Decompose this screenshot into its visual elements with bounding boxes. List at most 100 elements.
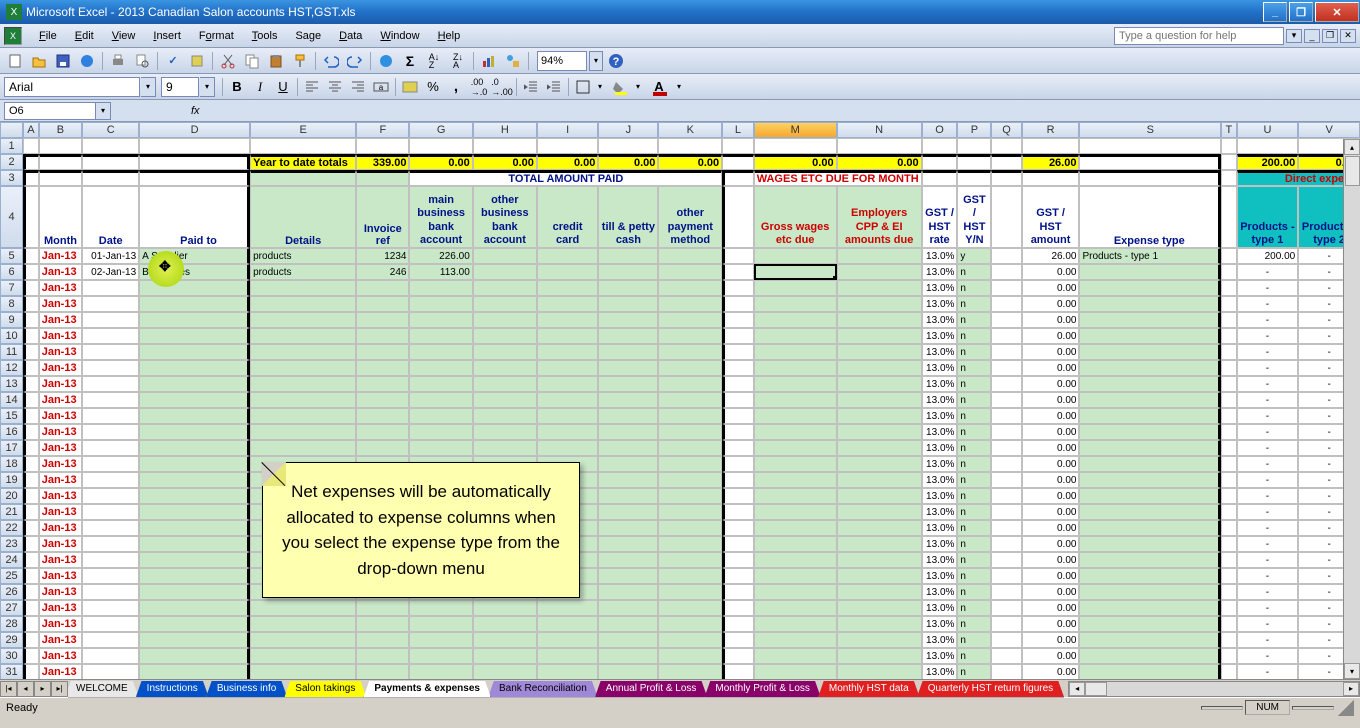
menu-file[interactable]: File	[30, 27, 66, 45]
sheet-tab-monthly-profit-loss[interactable]: Monthly Profit & Loss	[704, 681, 820, 698]
menu-edit[interactable]: Edit	[66, 27, 103, 45]
col-header-D[interactable]: D	[139, 122, 250, 138]
redo-icon[interactable]	[344, 50, 366, 72]
copy-icon[interactable]	[241, 50, 263, 72]
col-header-R[interactable]: R	[1022, 122, 1080, 138]
menu-data[interactable]: Data	[330, 27, 371, 45]
align-right-icon[interactable]	[347, 76, 369, 98]
borders-icon[interactable]	[572, 76, 594, 98]
sheet-tab-welcome[interactable]: WELCOME	[68, 681, 139, 698]
col-header-A[interactable]: A	[23, 122, 39, 138]
col-header-L[interactable]: L	[722, 122, 754, 138]
help-dropdown[interactable]: ▾	[1286, 29, 1302, 43]
fill-color-icon[interactable]	[610, 76, 632, 98]
col-header-I[interactable]: I	[537, 122, 598, 138]
close-button[interactable]: ✕	[1315, 2, 1359, 22]
col-header-J[interactable]: J	[598, 122, 658, 138]
borders-dropdown[interactable]: ▾	[595, 77, 605, 97]
align-left-icon[interactable]	[301, 76, 323, 98]
permission-icon[interactable]	[76, 50, 98, 72]
col-header-V[interactable]: V	[1298, 122, 1360, 138]
align-center-icon[interactable]	[324, 76, 346, 98]
doc-close-button[interactable]: ✕	[1340, 29, 1356, 43]
col-header-C[interactable]: C	[82, 122, 139, 138]
col-header-Q[interactable]: Q	[991, 122, 1021, 138]
tab-last-button[interactable]: ▸|	[51, 681, 68, 697]
col-header-E[interactable]: E	[250, 122, 356, 138]
decrease-decimal-icon[interactable]: .0→.00	[491, 76, 513, 98]
chart-wizard-icon[interactable]	[478, 50, 500, 72]
sheet-tab-annual-profit-loss[interactable]: Annual Profit & Loss	[595, 681, 708, 698]
col-header-H[interactable]: H	[473, 122, 537, 138]
sheet-tab-bank-reconciliation[interactable]: Bank Reconciliation	[488, 681, 598, 698]
menu-help[interactable]: Help	[429, 27, 470, 45]
sheet-tab-quarterly-hst-return-figures[interactable]: Quarterly HST return figures	[917, 681, 1064, 698]
select-all-corner[interactable]	[0, 122, 23, 138]
col-header-N[interactable]: N	[837, 122, 922, 138]
col-header-S[interactable]: S	[1079, 122, 1221, 138]
menu-view[interactable]: View	[103, 27, 145, 45]
font-size-box[interactable]: 9	[161, 77, 199, 97]
menu-window[interactable]: Window	[371, 27, 428, 45]
col-header-G[interactable]: G	[409, 122, 472, 138]
tab-first-button[interactable]: |◂	[0, 681, 17, 697]
autosum-icon[interactable]: Σ	[399, 50, 421, 72]
sort-asc-icon[interactable]: A↓Z	[423, 50, 445, 72]
bold-icon[interactable]: B	[226, 76, 248, 98]
zoom-box[interactable]: 94%	[537, 51, 587, 71]
size-dropdown[interactable]: ▾	[200, 77, 215, 97]
open-icon[interactable]	[28, 50, 50, 72]
currency-icon[interactable]	[399, 76, 421, 98]
tab-prev-button[interactable]: ◂	[17, 681, 34, 697]
col-header-U[interactable]: U	[1237, 122, 1299, 138]
fill-dropdown[interactable]: ▾	[633, 77, 643, 97]
sheet-tab-business-info[interactable]: Business info	[206, 681, 287, 698]
hscroll-left-button[interactable]: ◂	[1069, 682, 1085, 696]
scroll-down-button[interactable]: ▾	[1344, 663, 1360, 679]
row-header-1[interactable]: 1	[0, 138, 23, 154]
spelling-icon[interactable]: ✓	[162, 50, 184, 72]
formula-input[interactable]	[206, 102, 1360, 120]
zoom-dropdown[interactable]: ▾	[589, 51, 603, 71]
increase-decimal-icon[interactable]: .00→.0	[468, 76, 490, 98]
help-search-input[interactable]	[1114, 27, 1284, 45]
resize-grip-icon[interactable]	[1338, 700, 1354, 716]
undo-icon[interactable]	[320, 50, 342, 72]
save-icon[interactable]	[52, 50, 74, 72]
font-dropdown[interactable]: ▾	[141, 77, 156, 97]
paste-icon[interactable]	[265, 50, 287, 72]
italic-icon[interactable]: I	[249, 76, 271, 98]
menu-sage[interactable]: Sage	[286, 27, 330, 45]
doc-minimize-button[interactable]: _	[1304, 29, 1320, 43]
menu-tools[interactable]: Tools	[243, 27, 287, 45]
spreadsheet-grid[interactable]: ABCDEFGHIJKLMNOPQRSTUV12Year to date tot…	[0, 122, 1360, 679]
research-icon[interactable]	[186, 50, 208, 72]
col-header-B[interactable]: B	[39, 122, 83, 138]
increase-indent-icon[interactable]	[543, 76, 565, 98]
sheet-tab-salon-takings[interactable]: Salon takings	[284, 681, 366, 698]
hscroll-right-button[interactable]: ▸	[1343, 682, 1359, 696]
sheet-tab-instructions[interactable]: Instructions	[136, 681, 209, 698]
print-icon[interactable]	[107, 50, 129, 72]
format-painter-icon[interactable]	[289, 50, 311, 72]
fx-icon[interactable]: fx	[191, 105, 200, 117]
cut-icon[interactable]	[217, 50, 239, 72]
sort-desc-icon[interactable]: Z↓A	[447, 50, 469, 72]
scroll-up-button[interactable]: ▴	[1344, 139, 1360, 155]
comma-icon[interactable]: ,	[445, 76, 467, 98]
sheet-tab-payments-expenses[interactable]: Payments & expenses	[363, 681, 491, 698]
menu-insert[interactable]: Insert	[144, 27, 190, 45]
font-color-dropdown[interactable]: ▾	[674, 77, 684, 97]
col-header-O[interactable]: O	[922, 122, 958, 138]
tab-next-button[interactable]: ▸	[34, 681, 51, 697]
percent-icon[interactable]: %	[422, 76, 444, 98]
drawing-icon[interactable]	[502, 50, 524, 72]
merge-center-icon[interactable]: a	[370, 76, 392, 98]
maximize-button[interactable]: ❐	[1289, 2, 1313, 22]
col-header-F[interactable]: F	[356, 122, 409, 138]
menu-format[interactable]: Format	[190, 27, 243, 45]
active-cell[interactable]	[754, 264, 837, 280]
print-preview-icon[interactable]	[131, 50, 153, 72]
help-icon[interactable]: ?	[605, 50, 627, 72]
col-header-M[interactable]: M	[754, 122, 837, 138]
